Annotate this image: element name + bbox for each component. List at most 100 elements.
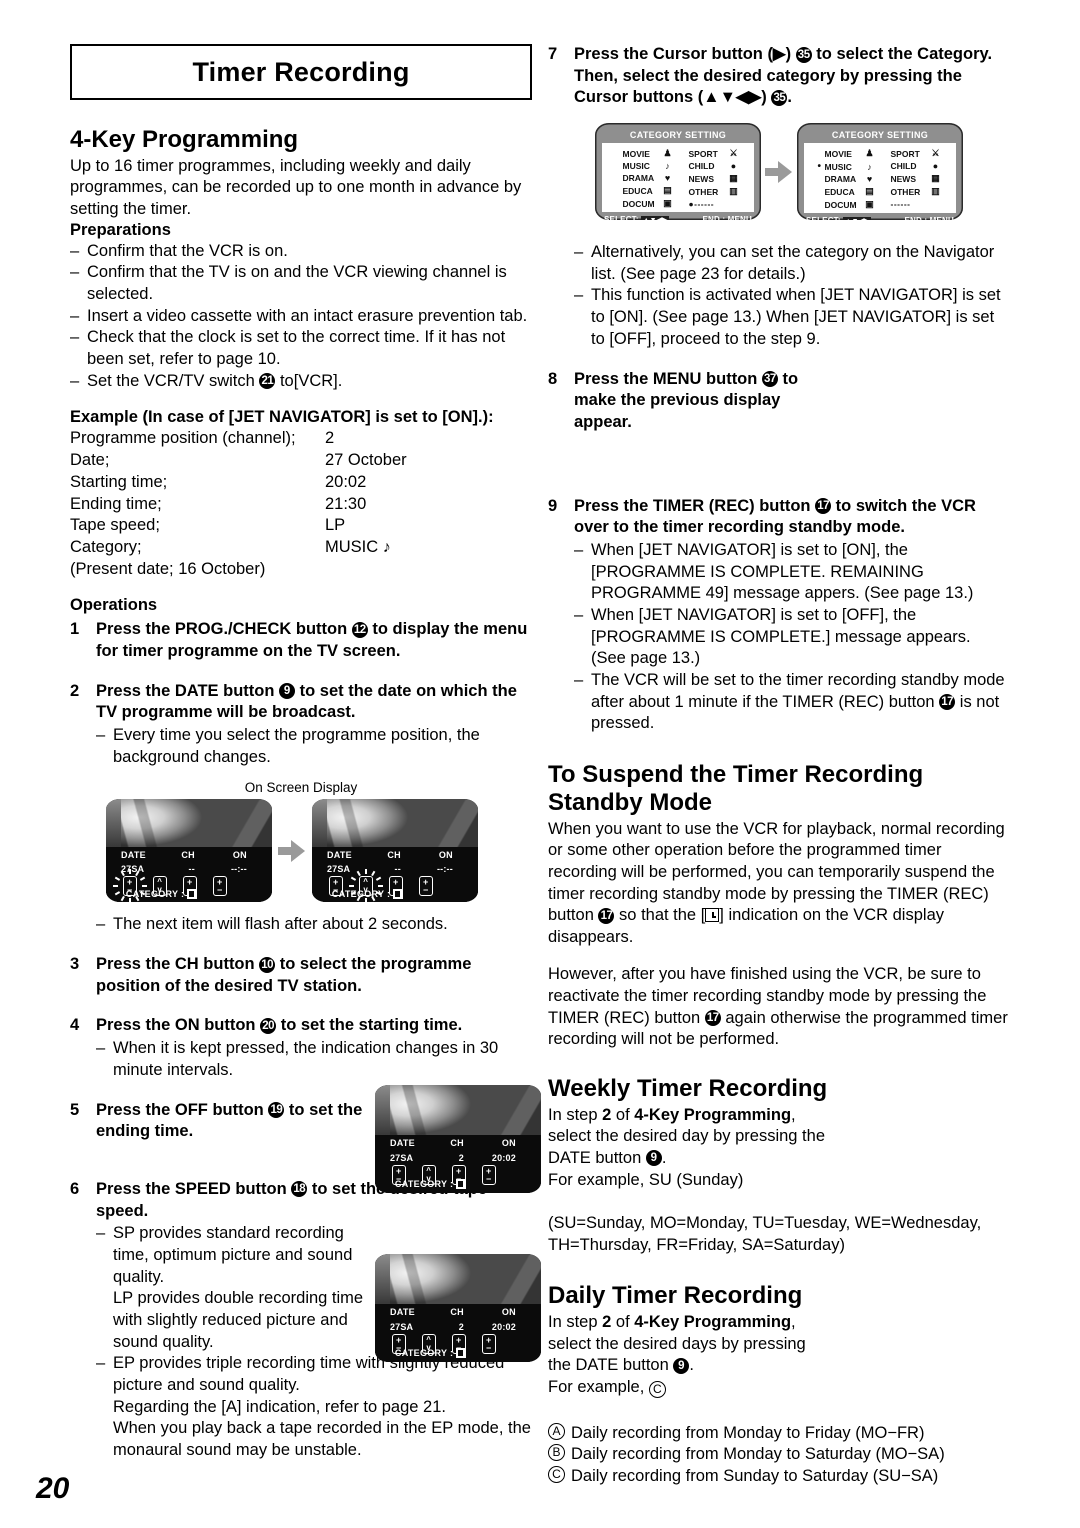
step5-text-a: Press the OFF button	[96, 1100, 269, 1119]
table-row: Programme position (channel); 2	[70, 428, 532, 450]
table-row: Date; 27 October	[70, 450, 532, 472]
osd-value-off: --:--	[247, 864, 272, 874]
category-item-child[interactable]: CHILD ●	[891, 161, 943, 171]
category-item-educa[interactable]: EDUCA ▤	[818, 186, 877, 197]
drama-icon: ♥	[664, 173, 671, 184]
osd-category-label: CATEGORY :	[125, 888, 185, 899]
category-item-news[interactable]: NEWS ▦	[891, 173, 943, 184]
flow-arrow-icon	[278, 839, 306, 862]
select-label: SELECT:	[604, 215, 639, 221]
suspend-paragraph-2: However, after you have finished using t…	[548, 964, 1010, 1050]
osd-screen-step2a: DATE CH ON OFF 27SA -- --:-- --:-- SP	[106, 799, 272, 903]
step-text: Press the DATE button 9 to set the date …	[96, 681, 532, 769]
osd-screen-step5: DATE CH ON OFF 27SA 2 20:02 21:30 SP	[375, 1085, 541, 1193]
osd-category-label: CATEGORY :	[394, 1347, 454, 1358]
category-item-other[interactable]: OTHER ▥	[891, 186, 943, 197]
step-text: Press the MENU button 37 to make the pre…	[574, 369, 824, 434]
education-icon: ▤	[865, 186, 874, 197]
music-icon: ♪	[665, 161, 670, 172]
osd-values: 27SA 2 20:02 21:30 SP	[390, 1153, 541, 1163]
osd-label-off: OFF	[453, 850, 478, 860]
list-item: This function is activated when [JET NAV…	[574, 285, 1010, 350]
category-label: MOVIE	[824, 148, 852, 159]
osd-header: DATE CH ON OFF	[390, 1307, 541, 1317]
category-item-drama[interactable]: DRAMA ♥	[616, 173, 675, 183]
table-row: Category; MUSIC ♪	[70, 537, 532, 559]
list-item: Confirm that the VCR is on.	[70, 241, 532, 263]
button-ref-badge-35: 35	[795, 46, 812, 63]
button-ref-badge-17c: 17	[598, 907, 615, 924]
category-item-child[interactable]: CHILD ●	[689, 161, 741, 171]
row-value: MUSIC ♪	[325, 537, 532, 559]
category-label: MUSIC	[622, 161, 650, 172]
list-item: When [JET NAVIGATOR] is set to [ON], the…	[574, 540, 1010, 605]
tv-photo	[312, 799, 478, 848]
daily-step-num: 2	[602, 1313, 612, 1332]
step4-text-b: to set the starting time.	[276, 1016, 463, 1035]
osd-label-off: OFF	[247, 850, 272, 860]
step2-text-a: Press the DATE button	[96, 681, 280, 700]
osd-header: DATE CH ON OFF	[390, 1138, 541, 1148]
row-key: Date;	[70, 451, 110, 470]
weekly-days-legend: (SU=Sunday, MO=Monday, TU=Tuesday, WE=We…	[548, 1214, 982, 1254]
step6-notes-rest: EP provides triple recording time with s…	[96, 1353, 532, 1461]
category-item-news[interactable]: NEWS ▦	[689, 173, 741, 184]
circled-letter-b: B	[548, 1444, 565, 1462]
category-column-b: SPORT ⚔ CHILD ● NEWS ▦ OTHER ▥ ------	[891, 148, 943, 210]
heading-weekly-timer: Weekly Timer Recording	[548, 1074, 828, 1102]
daily-paragraph: In step 2 of 4-Key Programming, select t…	[548, 1312, 833, 1399]
category-item-sport[interactable]: SPORT ⚔	[689, 148, 741, 159]
step-4: 4 Press the ON button 20 to set the star…	[70, 1015, 532, 1081]
category-label: DOCUM	[824, 199, 857, 210]
category-item-music[interactable]: MUSIC ♪	[616, 161, 675, 171]
osd-label-ch: CH	[450, 1307, 464, 1318]
button-ref-badge-20: 20	[260, 1017, 277, 1034]
category-item-docum[interactable]: DOCUM ▣	[616, 198, 675, 209]
category-label: CHILD	[890, 161, 917, 172]
cursor-keys-icon: ▲▼◀▶	[842, 217, 872, 221]
osd-value-date: 27SA	[326, 864, 351, 875]
documentary-icon: ▣	[865, 199, 874, 210]
category-item-movie[interactable]: MOVIE ♟	[616, 148, 675, 159]
osd-label-off: OFF	[516, 1307, 541, 1317]
heading-daily-timer: Daily Timer Recording	[548, 1282, 803, 1310]
osd-label-on: ON	[501, 1138, 516, 1149]
osd-label-date: DATE	[326, 850, 352, 861]
category-item-drama[interactable]: DRAMA ♥	[818, 174, 877, 184]
note-1: LP provides double recording time with s…	[113, 1289, 364, 1351]
category-item-movie[interactable]: MOVIE ♟	[818, 148, 877, 159]
weekly-paragraph: In step 2 of 4-Key Programming, select t…	[548, 1105, 833, 1191]
button-ref-badge-19: 19	[268, 1102, 285, 1119]
category-item-music-selected[interactable]: • MUSIC ♪	[818, 161, 877, 172]
category-setting-caption: CATEGORY SETTING	[629, 130, 727, 141]
category-item-other[interactable]: OTHER ▥	[689, 186, 741, 197]
row-value: 27 October	[325, 451, 407, 470]
category-label: NEWS	[890, 173, 917, 184]
note-3: Regarding the [A] indication, refer to p…	[113, 1397, 446, 1416]
button-ref-badge-17b: 17	[939, 694, 956, 711]
daily-options-list: A Daily recording from Monday to Friday (…	[548, 1422, 1010, 1488]
osd-value-date: 27SA	[389, 1321, 414, 1332]
osd-label-date: DATE	[389, 1138, 415, 1149]
step-number: 6	[70, 1179, 80, 1198]
music-icon: ♪	[867, 161, 872, 172]
list-item: Every time you select the programme posi…	[96, 725, 532, 768]
step-text: Press the ON button 20 to set the starti…	[96, 1015, 532, 1081]
button-ref-badge-17d: 17	[704, 1010, 721, 1027]
movie-icon: ♟	[865, 148, 874, 159]
note-4: When you play back a tape recorded in th…	[113, 1419, 531, 1460]
step9-notes: When [JET NAVIGATOR] is set to [ON], the…	[574, 540, 1010, 735]
category-item-educa[interactable]: EDUCA ▤	[616, 185, 675, 196]
select-hint: SELECT:▲▼◀▶	[604, 215, 670, 221]
category-label: EDUCA	[622, 185, 653, 196]
button-ref-badge-9b: 9	[645, 1150, 662, 1167]
category-setting-screen-2: CATEGORY SETTING MOVIE ♟ • MUSIC ♪ DRAMA ♥ E…	[797, 123, 963, 221]
category-label: SPORT	[890, 148, 920, 159]
category-item-docum[interactable]: DOCUM ▣	[818, 199, 877, 210]
category-item-sport[interactable]: SPORT ⚔	[891, 148, 943, 159]
circled-letter-a: A	[548, 1422, 565, 1440]
tv-photo	[375, 1254, 541, 1304]
osd-value-off: 21:30	[516, 1153, 541, 1163]
row-key: Programme position (channel);	[70, 429, 296, 448]
step-text: Press the TIMER (REC) button 17 to switc…	[574, 496, 1010, 736]
